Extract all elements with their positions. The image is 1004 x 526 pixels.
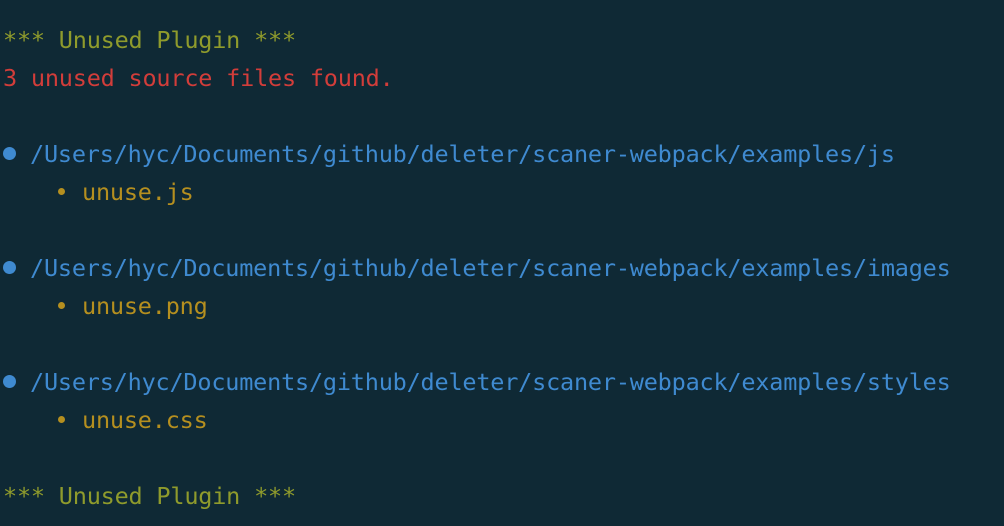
bullet-icon (58, 302, 65, 309)
unused-file-item: unuse.css (58, 401, 208, 439)
unused-file-item: unuse.png (58, 287, 208, 325)
bullet-icon (58, 188, 65, 195)
bullet-icon (58, 416, 65, 423)
header-banner: *** Unused Plugin *** (3, 26, 296, 54)
blue-dot-icon (3, 261, 16, 274)
path-text: /Users/hyc/Documents/github/deleter/scan… (30, 254, 951, 282)
unused-file-item: unuse.js (58, 173, 194, 211)
group-path-styles: /Users/hyc/Documents/github/deleter/scan… (3, 363, 951, 401)
footer-banner: *** Unused Plugin *** (3, 482, 296, 510)
file-name: unuse.js (82, 178, 194, 206)
group-path-images: /Users/hyc/Documents/github/deleter/scan… (3, 249, 951, 287)
group-path-js: /Users/hyc/Documents/github/deleter/scan… (3, 135, 895, 173)
file-name: unuse.css (82, 406, 208, 434)
file-name: unuse.png (82, 292, 208, 320)
path-text: /Users/hyc/Documents/github/deleter/scan… (30, 140, 895, 168)
summary-text: 3 unused source files found. (3, 64, 394, 92)
blue-dot-icon (3, 147, 16, 160)
path-text: /Users/hyc/Documents/github/deleter/scan… (30, 368, 951, 396)
blue-dot-icon (3, 375, 16, 388)
